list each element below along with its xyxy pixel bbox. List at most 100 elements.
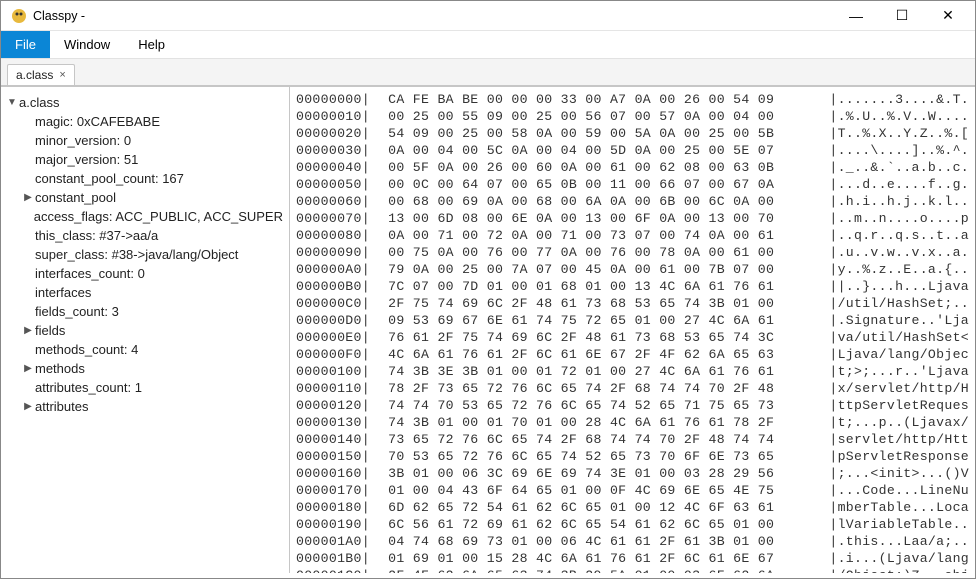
hex-ascii: |..q.r..q.s..t..a	[829, 227, 969, 244]
menu-file[interactable]: File	[1, 31, 50, 58]
hex-bytes: 74 74 70 53 65 72 76 6C 65 74 52 65 71 7…	[380, 397, 829, 414]
hex-row: 00000030| 0A 00 04 00 5C 0A 00 04 00 5D …	[296, 142, 969, 159]
structure-tree[interactable]: ▼a.classmagic: 0xCAFEBABEminor_version: …	[1, 87, 290, 573]
chevron-right-icon[interactable]: ▶	[21, 363, 35, 374]
hex-bytes: 54 09 00 25 00 58 0A 00 59 00 5A 0A 00 2…	[380, 125, 829, 142]
hex-offset: 00000030|	[296, 142, 380, 159]
hex-row: 00000070| 13 00 6D 08 00 6E 0A 00 13 00 …	[296, 210, 969, 227]
menu-help[interactable]: Help	[124, 31, 179, 58]
chevron-right-icon[interactable]: ▶	[21, 401, 35, 412]
hex-row: 00000110| 78 2F 73 65 72 76 6C 65 74 2F …	[296, 380, 969, 397]
titlebar: Classpy - — ☐ ✕	[1, 1, 975, 31]
chevron-right-icon[interactable]: ▶	[21, 192, 35, 203]
tree-item[interactable]: ▶methods	[5, 359, 285, 378]
hex-ascii: |._..&.`..a.b..c.	[829, 159, 969, 176]
hex-offset: 00000120|	[296, 397, 380, 414]
maximize-button[interactable]: ☐	[879, 1, 925, 31]
tree-item[interactable]: fields_count: 3	[5, 302, 285, 321]
hex-row: 000000F0| 4C 6A 61 76 61 2F 6C 61 6E 67 …	[296, 346, 969, 363]
tree-label: fields_count: 3	[35, 304, 119, 319]
hex-ascii: |....\....]..%.^.	[829, 142, 969, 159]
hex-ascii: |;...<init>...()V	[829, 465, 969, 482]
hex-bytes: 00 0C 00 64 07 00 65 0B 00 11 00 66 07 0…	[380, 176, 829, 193]
tree-item[interactable]: constant_pool_count: 167	[5, 169, 285, 188]
tree-label: methods_count: 4	[35, 342, 138, 357]
hex-offset: 000000B0|	[296, 278, 380, 295]
tree-item[interactable]: this_class: #37->aa/a	[5, 226, 285, 245]
hex-view[interactable]: 00000000| CA FE BA BE 00 00 00 33 00 A7 …	[290, 87, 975, 573]
tree-label: interfaces	[35, 285, 91, 300]
tree-item[interactable]: access_flags: ACC_PUBLIC, ACC_SUPER	[5, 207, 285, 226]
hex-row: 000001B0| 01 69 01 00 15 28 4C 6A 61 76 …	[296, 550, 969, 567]
hex-bytes: 78 2F 73 65 72 76 6C 65 74 2F 68 74 74 7…	[380, 380, 829, 397]
tree-item[interactable]: interfaces	[5, 283, 285, 302]
hex-bytes: 73 65 72 76 6C 65 74 2F 68 74 74 70 2F 4…	[380, 431, 829, 448]
hex-ascii: |.h.i..h.j..k.l..	[829, 193, 969, 210]
hex-offset: 00000020|	[296, 125, 380, 142]
tabstrip: a.class ×	[1, 59, 975, 86]
hex-row: 00000130| 74 3B 01 00 01 70 01 00 28 4C …	[296, 414, 969, 431]
hex-bytes: 00 5F 0A 00 26 00 60 0A 00 61 00 62 08 0…	[380, 159, 829, 176]
tree-item[interactable]: interfaces_count: 0	[5, 264, 285, 283]
tab-label: a.class	[16, 68, 53, 82]
hex-offset: 000000E0|	[296, 329, 380, 346]
tree-item[interactable]: ▶fields	[5, 321, 285, 340]
hex-row: 00000170| 01 00 04 43 6F 64 65 01 00 0F …	[296, 482, 969, 499]
hex-row: 00000090| 00 75 0A 00 76 00 77 0A 00 76 …	[296, 244, 969, 261]
hex-offset: 000000C0|	[296, 295, 380, 312]
hex-bytes: 2F 4F 62 6A 65 63 74 3B 29 5A 01 00 03 6…	[380, 567, 829, 573]
tab-a-class[interactable]: a.class ×	[7, 64, 75, 85]
tree-item[interactable]: magic: 0xCAFEBABE	[5, 112, 285, 131]
hex-bytes: 74 3B 3E 3B 01 00 01 72 01 00 27 4C 6A 6…	[380, 363, 829, 380]
hex-bytes: 13 00 6D 08 00 6E 0A 00 13 00 6F 0A 00 1…	[380, 210, 829, 227]
menu-window[interactable]: Window	[50, 31, 124, 58]
hex-bytes: 00 68 00 69 0A 00 68 00 6A 0A 00 6B 00 6…	[380, 193, 829, 210]
minimize-button[interactable]: —	[833, 1, 879, 31]
hex-row: 000001A0| 04 74 68 69 73 01 00 06 4C 61 …	[296, 533, 969, 550]
hex-ascii: |x/servlet/http/H	[829, 380, 969, 397]
hex-row: 000000D0| 09 53 69 67 6E 61 74 75 72 65 …	[296, 312, 969, 329]
hex-bytes: 3B 01 00 06 3C 69 6E 69 74 3E 01 00 03 2…	[380, 465, 829, 482]
tree-item[interactable]: major_version: 51	[5, 150, 285, 169]
tree-item[interactable]: ▶constant_pool	[5, 188, 285, 207]
hex-ascii: |...d..e....f..g.	[829, 176, 969, 193]
hex-ascii: |.Signature..'Lja	[829, 312, 969, 329]
hex-offset: 000001C0|	[296, 567, 380, 573]
tree-label: super_class: #38->java/lang/Object	[35, 247, 238, 262]
tree-root[interactable]: ▼a.class	[5, 93, 285, 112]
hex-offset: 00000190|	[296, 516, 380, 533]
hex-bytes: 74 3B 01 00 01 70 01 00 28 4C 6A 61 76 6…	[380, 414, 829, 431]
hex-offset: 00000060|	[296, 193, 380, 210]
menubar: File Window Help	[1, 31, 975, 59]
hex-ascii: |.%.U..%.V..W....	[829, 108, 969, 125]
hex-bytes: 0A 00 71 00 72 0A 00 71 00 73 07 00 74 0…	[380, 227, 829, 244]
chevron-right-icon[interactable]: ▶	[21, 325, 35, 336]
hex-row: 00000100| 74 3B 3E 3B 01 00 01 72 01 00 …	[296, 363, 969, 380]
tree-item[interactable]: ▶attributes	[5, 397, 285, 416]
hex-ascii: |t;...p..(Ljavax/	[829, 414, 969, 431]
hex-offset: 00000050|	[296, 176, 380, 193]
hex-ascii: |mberTable...Loca	[829, 499, 969, 516]
tree-item[interactable]: minor_version: 0	[5, 131, 285, 150]
hex-ascii: |T..%.X..Y.Z..%.[	[829, 125, 969, 142]
tree-item[interactable]: methods_count: 4	[5, 340, 285, 359]
hex-row: 00000010| 00 25 00 55 09 00 25 00 56 07 …	[296, 108, 969, 125]
hex-ascii: |lVariableTable..	[829, 516, 969, 533]
hex-bytes: 2F 75 74 69 6C 2F 48 61 73 68 53 65 74 3…	[380, 295, 829, 312]
hex-offset: 000000D0|	[296, 312, 380, 329]
close-button[interactable]: ✕	[925, 1, 971, 31]
hex-ascii: |servlet/http/Htt	[829, 431, 969, 448]
hex-bytes: 79 0A 00 25 00 7A 07 00 45 0A 00 61 00 7…	[380, 261, 829, 278]
tab-close-icon[interactable]: ×	[59, 69, 65, 81]
hex-ascii: |/util/HashSet;..	[829, 295, 969, 312]
tree-item[interactable]: attributes_count: 1	[5, 378, 285, 397]
hex-offset: 00000080|	[296, 227, 380, 244]
hex-row: 00000020| 54 09 00 25 00 58 0A 00 59 00 …	[296, 125, 969, 142]
hex-bytes: 01 00 04 43 6F 64 65 01 00 0F 4C 69 6E 6…	[380, 482, 829, 499]
tree-item[interactable]: super_class: #38->java/lang/Object	[5, 245, 285, 264]
tree-toggle-icon[interactable]: ▼	[5, 97, 19, 108]
hex-bytes: 0A 00 04 00 5C 0A 00 04 00 5D 0A 00 25 0…	[380, 142, 829, 159]
hex-ascii: |va/util/HashSet<	[829, 329, 969, 346]
hex-ascii: |Ljava/lang/Objec	[829, 346, 969, 363]
hex-bytes: 00 75 0A 00 76 00 77 0A 00 76 00 78 0A 0…	[380, 244, 829, 261]
